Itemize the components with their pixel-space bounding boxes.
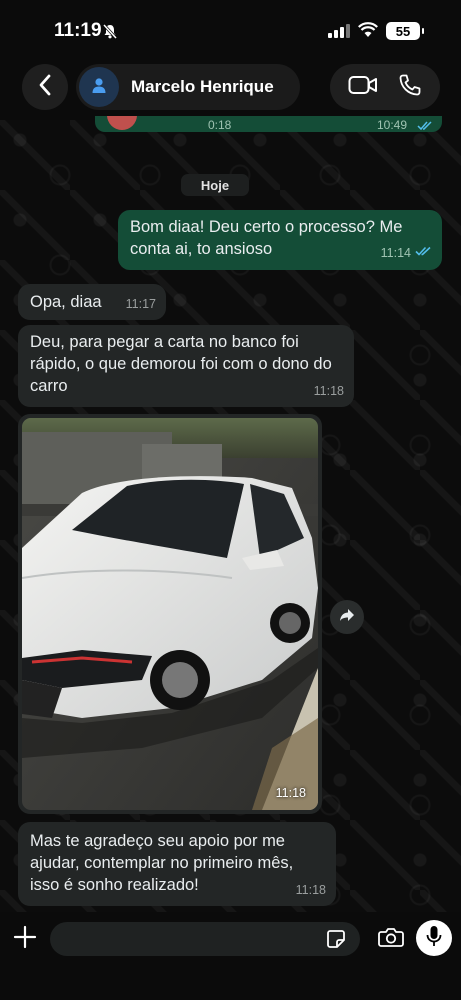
car-photo[interactable]: 11:18 [22,418,318,810]
message-text: Bom diaa! Deu certo o processo? Me conta… [130,218,403,258]
signal-icon [328,24,350,43]
bell-slash-icon [102,23,118,44]
chat-header: Marcelo Henrique [0,60,461,116]
contact-info-button[interactable]: Marcelo Henrique [76,64,300,110]
back-button[interactable] [22,64,68,110]
image-message[interactable]: 11:18 [18,414,322,814]
camera-icon[interactable] [378,926,404,953]
forward-button[interactable] [330,600,364,634]
message-input[interactable] [50,922,360,956]
plus-icon[interactable] [12,924,38,950]
message-time: 11:18 [275,786,306,800]
read-ticks-icon [417,118,433,132]
audio-duration: 0:18 [208,118,232,132]
message-time: 11:18 [313,384,344,398]
message-text: Opa, diaa [30,293,102,311]
phone-icon[interactable] [398,73,422,102]
message-text: Mas te agradeço seu apoio por me ajudar,… [30,832,294,894]
message-time: 11:14 [380,246,411,260]
message-time: 10:49 [377,118,408,132]
status-bar: 11:19 55 [0,0,461,60]
read-ticks-icon [415,242,432,264]
message-input-bar [0,912,461,1000]
avatar [79,67,119,107]
date-separator: Hoje [181,174,249,196]
chevron-left-icon [38,74,52,101]
message-bubble-outgoing[interactable]: Bom diaa! Deu certo o processo? Me conta… [118,210,442,270]
call-actions [330,64,440,110]
wifi-icon [358,22,378,43]
previous-audio-message[interactable]: 0:18 10:49 [95,116,442,132]
mic-button[interactable] [416,920,452,956]
message-bubble-incoming[interactable]: Deu, para pegar a carta no banco foi ráp… [18,325,354,407]
message-time: 11:18 [295,883,326,897]
mic-icon [426,925,442,952]
sticker-icon[interactable] [326,929,346,954]
message-time: 11:17 [125,297,156,311]
message-text: Deu, para pegar a carta no banco foi ráp… [30,333,332,395]
contact-name: Marcelo Henrique [131,77,274,96]
video-call-icon[interactable] [348,74,378,101]
chat-area[interactable]: 0:18 10:49 Hoje Bom diaa! Deu certo o pr… [0,116,461,916]
forward-arrow-icon [339,608,355,627]
battery-icon: 55 [386,22,424,40]
message-bubble-incoming[interactable]: Opa, diaa 11:17 [18,284,166,320]
message-bubble-incoming[interactable]: Mas te agradeço seu apoio por me ajudar,… [18,822,336,906]
status-time: 11:19 [54,20,102,41]
avatar-person-icon [90,76,108,99]
audio-avatar [107,116,137,130]
